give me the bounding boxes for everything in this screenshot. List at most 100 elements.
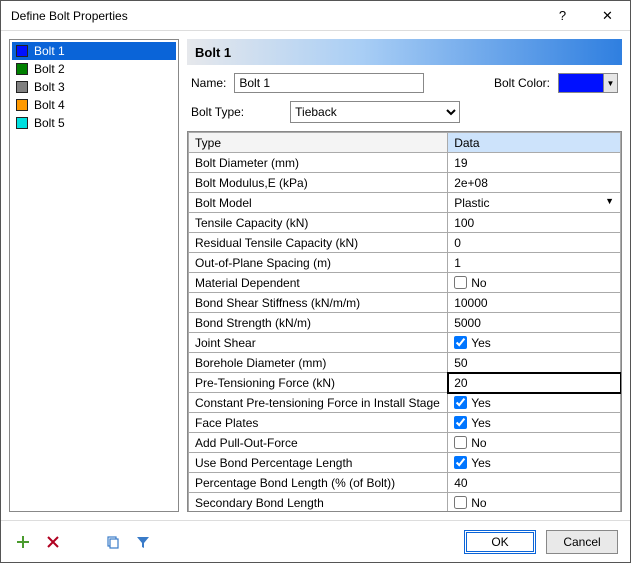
property-check-label: No <box>471 436 486 450</box>
property-row: Bolt Diameter (mm)19 <box>189 153 621 173</box>
property-value-cell[interactable]: 100 <box>448 213 621 233</box>
property-value-cell[interactable]: 10000 <box>448 293 621 313</box>
property-label: Bond Shear Stiffness (kN/m/m) <box>189 293 448 313</box>
column-header-data[interactable]: Data <box>448 133 621 153</box>
property-checkbox[interactable] <box>454 336 467 349</box>
property-value-cell[interactable]: Yes <box>448 453 621 473</box>
sidebar-item[interactable]: Bolt 5 <box>12 114 176 132</box>
property-row: Constant Pre-tensioning Force in Install… <box>189 393 621 413</box>
dialog-window: Define Bolt Properties ? ✕ Bolt 1Bolt 2B… <box>0 0 631 563</box>
property-row: Face Plates Yes <box>189 413 621 433</box>
property-label: Bolt Modulus,E (kPa) <box>189 173 448 193</box>
name-input[interactable] <box>234 73 424 93</box>
name-row: Name: Bolt Color: ▼ <box>187 65 622 101</box>
property-value-cell[interactable]: No <box>448 493 621 513</box>
bolt-type-label: Bolt Type: <box>191 105 244 119</box>
property-row: Percentage Bond Length (% (of Bolt))40 <box>189 473 621 493</box>
add-icon[interactable] <box>13 532 33 552</box>
sidebar-item-label: Bolt 1 <box>34 44 65 58</box>
color-swatch-icon <box>16 63 28 75</box>
property-checkbox[interactable] <box>454 496 467 509</box>
ok-button[interactable]: OK <box>464 530 536 554</box>
property-value-cell[interactable]: 50 <box>448 353 621 373</box>
sidebar-item-label: Bolt 3 <box>34 80 65 94</box>
property-checkbox[interactable] <box>454 436 467 449</box>
property-value-cell[interactable]: 40 <box>448 473 621 493</box>
property-label: Bolt Diameter (mm) <box>189 153 448 173</box>
type-row: Bolt Type: Tieback <box>187 101 622 131</box>
property-value-cell[interactable]: 0 <box>448 233 621 253</box>
close-button[interactable]: ✕ <box>585 1 630 31</box>
property-row: Add Pull-Out-Force No <box>189 433 621 453</box>
property-value-cell[interactable]: No <box>448 273 621 293</box>
properties-grid: Type Data Bolt Diameter (mm)19Bolt Modul… <box>187 131 622 512</box>
property-label: Bolt Model <box>189 193 448 213</box>
property-value-cell[interactable]: No <box>448 433 621 453</box>
property-value-cell[interactable]: Yes <box>448 413 621 433</box>
property-row: Out-of-Plane Spacing (m)1 <box>189 253 621 273</box>
property-label: Add Pull-Out-Force <box>189 433 448 453</box>
property-checkbox[interactable] <box>454 276 467 289</box>
property-label: Face Plates <box>189 413 448 433</box>
property-row: Tensile Capacity (kN)100 <box>189 213 621 233</box>
property-row: Bond Shear Stiffness (kN/m/m)10000 <box>189 293 621 313</box>
property-value-cell[interactable]: Yes <box>448 393 621 413</box>
property-label: Pre-Tensioning Force (kN) <box>189 373 448 393</box>
sidebar-item-label: Bolt 5 <box>34 116 65 130</box>
property-value-cell[interactable]: 5000 <box>448 313 621 333</box>
property-checkbox[interactable] <box>454 416 467 429</box>
filter-icon[interactable] <box>133 532 153 552</box>
property-value-cell[interactable]: 19 <box>448 153 621 173</box>
cancel-button[interactable]: Cancel <box>546 530 618 554</box>
property-value-cell[interactable]: 2e+08 <box>448 173 621 193</box>
property-check-label: No <box>471 276 486 290</box>
property-check-label: Yes <box>471 336 491 350</box>
property-value-cell[interactable]: 1 <box>448 253 621 273</box>
property-label: Use Bond Percentage Length <box>189 453 448 473</box>
property-label: Borehole Diameter (mm) <box>189 353 448 373</box>
property-check-label: Yes <box>471 416 491 430</box>
copy-icon[interactable] <box>103 532 123 552</box>
sidebar-item-label: Bolt 4 <box>34 98 65 112</box>
property-row: Borehole Diameter (mm)50 <box>189 353 621 373</box>
property-label: Material Dependent <box>189 273 448 293</box>
name-label: Name: <box>191 76 226 90</box>
property-row: Material Dependent No <box>189 273 621 293</box>
bolt-color-picker[interactable]: ▼ <box>558 73 618 93</box>
sidebar-item[interactable]: Bolt 4 <box>12 96 176 114</box>
footer: OK Cancel <box>1 520 630 562</box>
help-button[interactable]: ? <box>540 1 585 31</box>
sidebar-item[interactable]: Bolt 2 <box>12 60 176 78</box>
property-label: Secondary Bond Length <box>189 493 448 513</box>
property-value-cell[interactable]: Plastic ▼ <box>448 193 621 213</box>
property-row: Bolt Modulus,E (kPa)2e+08 <box>189 173 621 193</box>
delete-icon[interactable] <box>43 532 63 552</box>
property-dropdown-value: Plastic <box>454 196 489 210</box>
property-value-cell[interactable]: Yes <box>448 333 621 353</box>
bolt-list[interactable]: Bolt 1 Bolt 2 Bolt 3 Bolt 4 Bolt 5 <box>9 39 179 512</box>
sidebar-item[interactable]: Bolt 3 <box>12 78 176 96</box>
property-row: Use Bond Percentage Length Yes <box>189 453 621 473</box>
property-label: Residual Tensile Capacity (kN) <box>189 233 448 253</box>
color-swatch-icon <box>16 117 28 129</box>
property-checkbox[interactable] <box>454 396 467 409</box>
property-label: Tensile Capacity (kN) <box>189 213 448 233</box>
property-row: Pre-Tensioning Force (kN)20 <box>189 373 621 393</box>
color-swatch-icon <box>16 45 28 57</box>
sidebar-item[interactable]: Bolt 1 <box>12 42 176 60</box>
color-swatch-icon <box>16 99 28 111</box>
property-checkbox[interactable] <box>454 456 467 469</box>
column-header-type[interactable]: Type <box>189 133 448 153</box>
property-row: Joint ShearYes <box>189 333 621 353</box>
property-check-label: No <box>471 496 486 510</box>
property-row: Residual Tensile Capacity (kN)0 <box>189 233 621 253</box>
bolt-type-select[interactable]: Tieback <box>290 101 460 123</box>
chevron-down-icon: ▼ <box>605 196 614 206</box>
bolt-color-swatch <box>559 74 603 92</box>
bolt-color-label: Bolt Color: <box>494 76 550 90</box>
property-check-label: Yes <box>471 456 491 470</box>
property-check-label: Yes <box>471 396 491 410</box>
chevron-down-icon: ▼ <box>603 74 617 92</box>
property-row: Secondary Bond Length No <box>189 493 621 513</box>
property-value-cell[interactable]: 20 <box>448 373 621 393</box>
